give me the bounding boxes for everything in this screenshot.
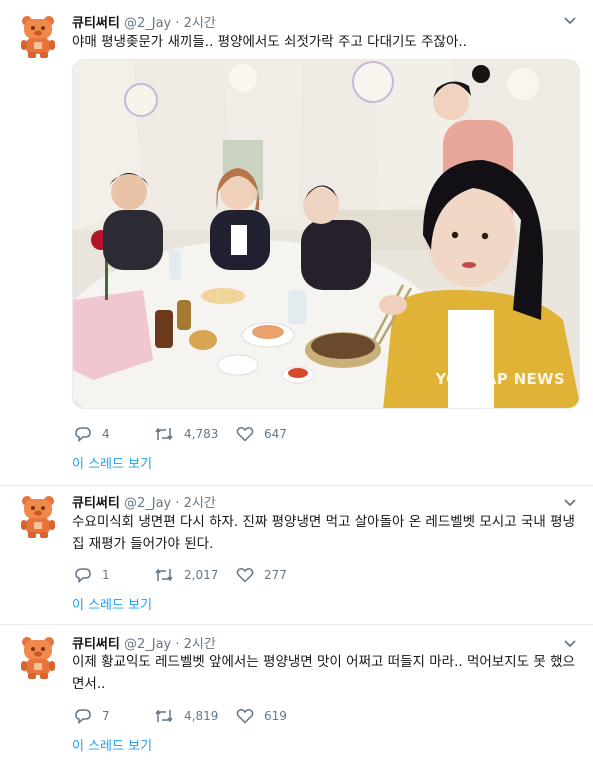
reply-icon	[75, 568, 91, 583]
tweet-text: 수요미식회 냉면편 다시 하자. 진짜 평양냉면 먹고 살아돌아 온 레드벨벳 …	[72, 514, 575, 552]
like-button[interactable]: 619	[236, 707, 287, 725]
tweet-1: 큐티써티 @2_Jay · 2시간 야매 평냉좆문가 새끼들.. 평양에서도 쇠…	[0, 0, 593, 486]
tweet-3: 큐티써티 @2_Jay · 2시간 이제 황교익도 레드벨벳 앞에서는 평양냉면…	[0, 625, 593, 764]
like-icon	[236, 427, 254, 442]
reply-button[interactable]: 7	[74, 707, 110, 725]
show-thread-link[interactable]: 이 스레드 보기	[72, 735, 152, 754]
photo-watermark: YONHAP NEWS	[435, 370, 565, 388]
chevron-down-icon[interactable]	[563, 498, 577, 508]
user-handle[interactable]: @2_Jay	[124, 16, 171, 31]
tweet-text: 야매 평냉좆문가 새끼들.. 평양에서도 쇠젓가락 주고 다대기도 주잖아..	[72, 34, 467, 50]
reply-icon	[75, 709, 91, 724]
retweet-button[interactable]: 4,783	[154, 425, 218, 443]
reply-icon	[75, 427, 91, 442]
retweet-button[interactable]: 4,819	[154, 707, 218, 725]
user-handle[interactable]: @2_Jay	[124, 637, 171, 652]
photo-scene	[73, 60, 579, 408]
tweet-actions: 7 4,819 619	[74, 707, 374, 725]
retweet-count: 4,819	[184, 709, 219, 723]
tweet-2: 큐티써티 @2_Jay · 2시간 수요미식회 냉면편 다시 하자. 진짜 평양…	[0, 486, 593, 625]
like-icon	[236, 709, 254, 724]
bear-avatar-icon[interactable]	[18, 635, 58, 679]
timestamp[interactable]: · 2시간	[175, 16, 215, 31]
reply-count: 7	[102, 709, 110, 723]
tweet-header: 큐티써티 @2_Jay · 2시간	[72, 633, 216, 652]
like-button[interactable]: 277	[236, 566, 287, 584]
display-name[interactable]: 큐티써티	[72, 496, 120, 511]
bear-avatar-icon[interactable]	[18, 14, 58, 58]
reply-button[interactable]: 4	[74, 425, 110, 443]
like-count: 647	[264, 427, 287, 441]
reply-button[interactable]: 1	[74, 566, 110, 584]
display-name[interactable]: 큐티써티	[72, 16, 120, 31]
tweet-actions: 1 2,017 277	[74, 566, 374, 584]
retweet-icon	[155, 427, 173, 441]
timestamp[interactable]: · 2시간	[175, 496, 215, 511]
retweet-count: 2,017	[184, 568, 219, 582]
like-count: 277	[264, 568, 287, 582]
tweet-text: 이제 황교익도 레드벨벳 앞에서는 평양냉면 맛이 어쩌고 떠들지 마라.. 먹…	[72, 654, 575, 692]
user-handle[interactable]: @2_Jay	[124, 496, 171, 511]
bear-avatar-icon[interactable]	[18, 494, 58, 538]
like-icon	[236, 568, 254, 583]
retweet-count: 4,783	[184, 427, 219, 441]
retweet-icon	[155, 709, 173, 723]
retweet-button[interactable]: 2,017	[154, 566, 218, 584]
show-thread-link[interactable]: 이 스레드 보기	[72, 594, 152, 613]
chevron-down-icon[interactable]	[563, 16, 577, 26]
tweet-header: 큐티써티 @2_Jay · 2시간	[72, 492, 216, 511]
chevron-down-icon[interactable]	[563, 639, 577, 649]
display-name[interactable]: 큐티써티	[72, 637, 120, 652]
tweet-actions: 4 4,783 647	[74, 425, 374, 443]
like-button[interactable]: 647	[236, 425, 287, 443]
like-count: 619	[264, 709, 287, 723]
tweet-header: 큐티써티 @2_Jay · 2시간	[72, 12, 216, 31]
show-thread-link[interactable]: 이 스레드 보기	[72, 453, 152, 472]
retweet-icon	[155, 568, 173, 582]
timestamp[interactable]: · 2시간	[175, 637, 215, 652]
reply-count: 4	[102, 427, 110, 441]
tweet-photo[interactable]: YONHAP NEWS	[72, 59, 580, 409]
reply-count: 1	[102, 568, 110, 582]
